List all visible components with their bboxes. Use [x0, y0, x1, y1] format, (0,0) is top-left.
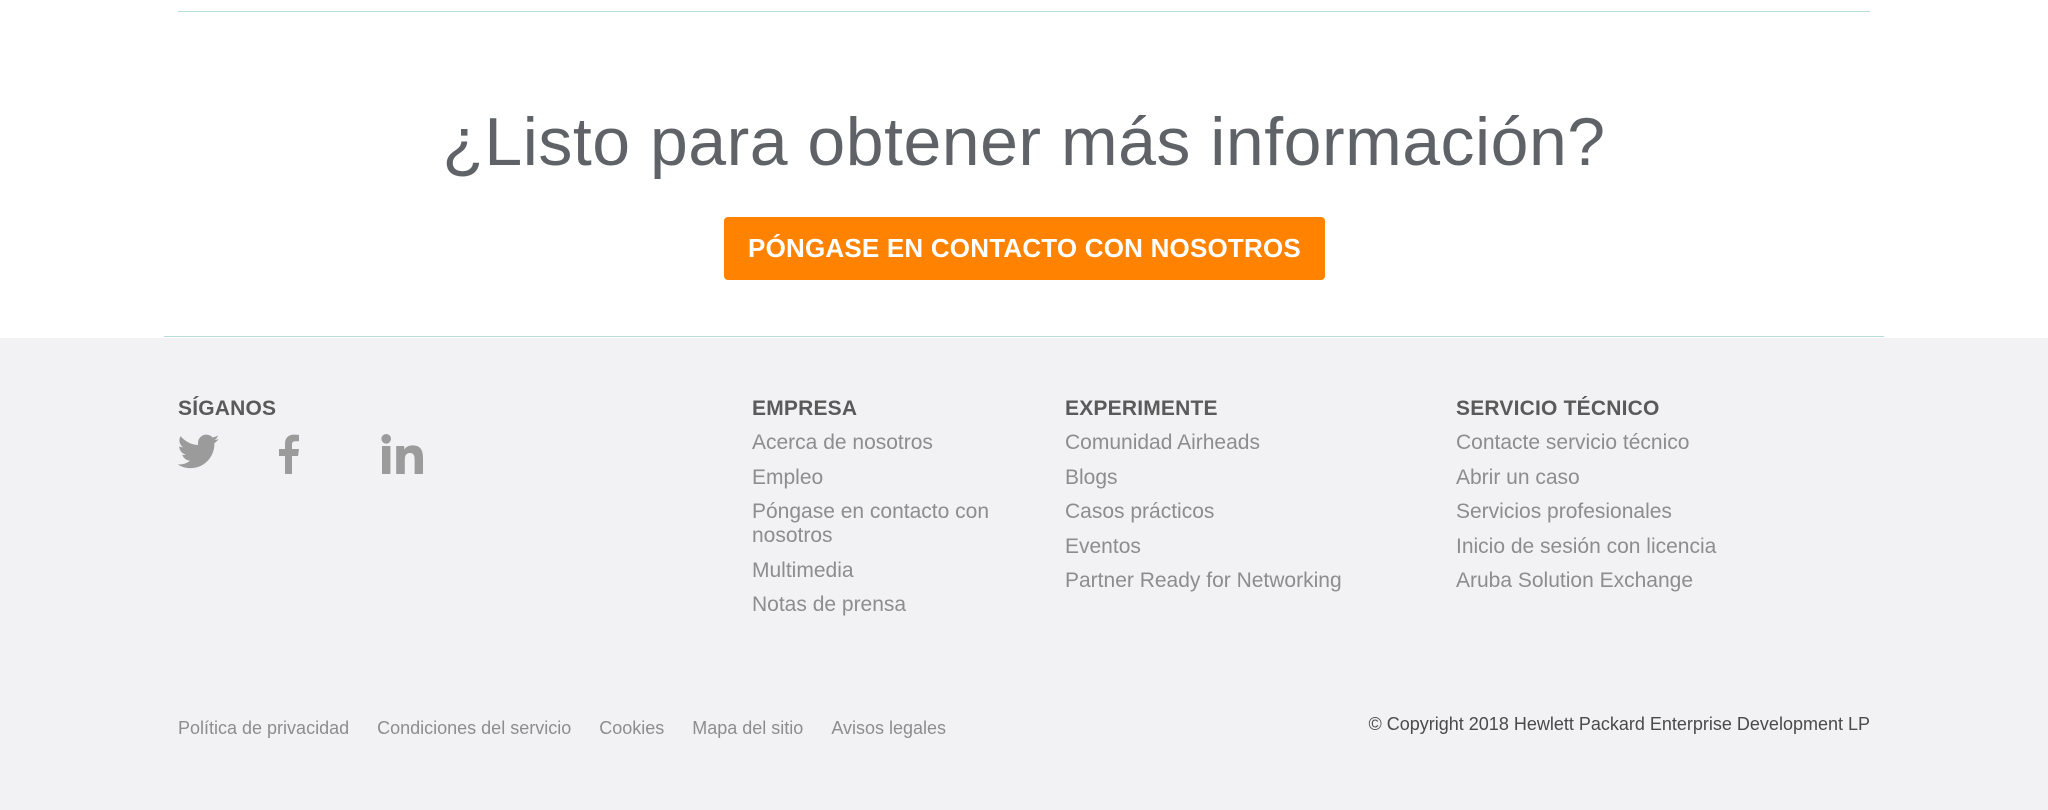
privacy-link[interactable]: Política de privacidad	[178, 718, 349, 739]
servicio-links: Contacte servicio técnico Abrir un caso …	[1456, 431, 1856, 604]
twitter-icon[interactable]	[177, 434, 220, 475]
footer-link[interactable]: Notas de prensa	[752, 593, 1022, 617]
cookies-link[interactable]: Cookies	[599, 718, 664, 739]
footer-link[interactable]: Empleo	[752, 466, 1022, 490]
cta-headline: ¿Listo para obtener más información?	[442, 104, 1606, 180]
footer-link[interactable]: Servicios profesionales	[1456, 500, 1856, 524]
footer-link[interactable]: Multimedia	[752, 559, 1022, 583]
site-footer: SÍGANOS EMPRESA Acerca de nosotros Emple…	[0, 338, 2048, 810]
footer-link[interactable]: Partner Ready for Networking	[1065, 569, 1425, 593]
legal-notices-link[interactable]: Avisos legales	[831, 718, 946, 739]
footer-link[interactable]: Abrir un caso	[1456, 466, 1856, 490]
footer-link[interactable]: Blogs	[1065, 466, 1425, 490]
contact-us-button[interactable]: PÓNGASE EN CONTACTO CON NOSOTROS	[724, 217, 1325, 280]
footer-link[interactable]: Contacte servicio técnico	[1456, 431, 1856, 455]
footer-link[interactable]: Comunidad Airheads	[1065, 431, 1425, 455]
follow-heading: SÍGANOS	[178, 397, 277, 420]
terms-link[interactable]: Condiciones del servicio	[377, 718, 571, 739]
footer-link[interactable]: Eventos	[1065, 535, 1425, 559]
servicio-heading: SERVICIO TÉCNICO	[1456, 397, 1660, 420]
cta-section: ¿Listo para obtener más información? PÓN…	[0, 0, 2048, 338]
bottom-divider	[164, 336, 1884, 337]
page: ¿Listo para obtener más información? PÓN…	[0, 0, 2048, 810]
footer-link[interactable]: Aruba Solution Exchange	[1456, 569, 1856, 593]
empresa-links: Acerca de nosotros Empleo Póngase en con…	[752, 431, 1022, 628]
top-divider	[178, 11, 1870, 12]
sitemap-link[interactable]: Mapa del sitio	[692, 718, 803, 739]
footer-link[interactable]: Casos prácticos	[1065, 500, 1425, 524]
experimente-links: Comunidad Airheads Blogs Casos prácticos…	[1065, 431, 1425, 604]
copyright-text: © Copyright 2018 Hewlett Packard Enterpr…	[1368, 714, 1870, 734]
footer-link[interactable]: Póngase en contacto con nosotros	[752, 500, 1022, 548]
experimente-heading: EXPERIMENTE	[1065, 397, 1218, 420]
footer-link[interactable]: Acerca de nosotros	[752, 431, 1022, 455]
facebook-icon[interactable]	[279, 434, 299, 479]
legal-links: Política de privacidad Condiciones del s…	[178, 718, 974, 739]
footer-link[interactable]: Inicio de sesión con licencia	[1456, 535, 1856, 559]
empresa-heading: EMPRESA	[752, 397, 858, 420]
linkedin-icon[interactable]	[381, 434, 425, 479]
